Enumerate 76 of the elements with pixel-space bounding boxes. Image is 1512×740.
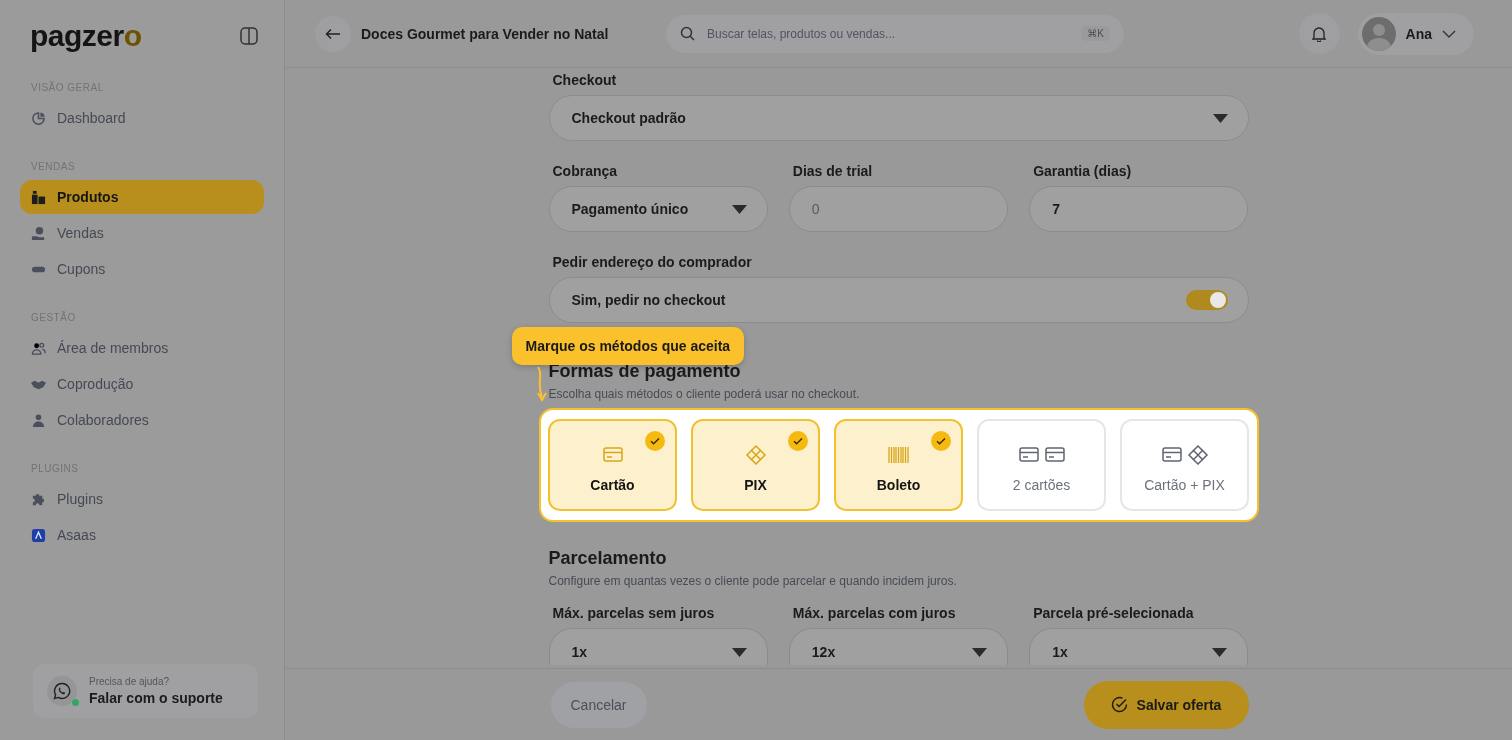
sidebar-item[interactable]: Área de membros bbox=[20, 331, 264, 365]
page-title: Doces Gourmet para Vender no Natal bbox=[361, 25, 610, 42]
caret-icon bbox=[972, 647, 988, 657]
save-button[interactable]: Salvar oferta bbox=[1083, 680, 1249, 729]
logo: pagzero bbox=[30, 19, 142, 53]
tooltip: Marque os métodos que aceita bbox=[511, 327, 745, 365]
search-input[interactable]: Buscar telas, produtos ou vendas... bbox=[705, 25, 1072, 42]
sidebar-item[interactable]: Colaboradores bbox=[20, 403, 264, 437]
field-label: Cobrança bbox=[551, 162, 618, 181]
bell-icon bbox=[1312, 25, 1327, 42]
shortcut-badge: ⌘K bbox=[1081, 26, 1110, 41]
field-label: Checkout bbox=[551, 71, 617, 90]
notifications-button[interactable] bbox=[1298, 13, 1340, 54]
caret-icon bbox=[731, 204, 747, 214]
search-field[interactable]: Buscar telas, produtos ou vendas... ⌘K bbox=[666, 14, 1124, 53]
credit-card-icon bbox=[601, 445, 624, 465]
search-icon bbox=[680, 26, 695, 41]
section-title: Parcelamento bbox=[548, 547, 667, 570]
app-icon bbox=[31, 527, 46, 543]
check-icon bbox=[645, 431, 665, 451]
avatar-icon bbox=[1361, 16, 1396, 51]
sidebar-item[interactable]: Coprodução bbox=[20, 367, 264, 401]
select-field[interactable]: 12x bbox=[788, 628, 1009, 665]
payment-method-card[interactable]: Cartão + PIX bbox=[1120, 419, 1249, 511]
select-field[interactable]: 1x bbox=[1029, 628, 1249, 665]
input-field[interactable]: 7 bbox=[1029, 186, 1249, 232]
input-field[interactable]: 0 bbox=[788, 186, 1009, 232]
chevron-down-icon bbox=[1442, 29, 1456, 38]
user-icon bbox=[31, 412, 46, 428]
sidebar-item[interactable]: Vendas bbox=[20, 216, 264, 250]
cancel-button[interactable]: Cancelar bbox=[550, 681, 647, 728]
users-icon bbox=[31, 340, 46, 356]
sidebar-item[interactable]: Produtos bbox=[20, 180, 264, 214]
payment-method-card[interactable]: Cartão bbox=[548, 419, 677, 511]
boxes-icon bbox=[31, 189, 46, 205]
two-cards-icon bbox=[1017, 445, 1066, 465]
hand-coin-icon bbox=[31, 225, 46, 241]
barcode-icon bbox=[886, 445, 911, 465]
support-link[interactable]: Falar com o suporte bbox=[89, 690, 223, 706]
field-label: Pedir endereço do comprador bbox=[551, 253, 752, 272]
puzzle-icon bbox=[31, 491, 46, 507]
chart-icon bbox=[31, 110, 46, 126]
support-caption: Precisa de ajuda? bbox=[89, 676, 170, 687]
sidebar-item[interactable]: Dashboard bbox=[20, 101, 264, 135]
user-menu[interactable]: Ana bbox=[1357, 12, 1474, 55]
check-circle-icon bbox=[1110, 696, 1128, 713]
select-field[interactable]: Pagamento único bbox=[548, 186, 768, 232]
sidebar-item[interactable]: Cupons bbox=[20, 252, 264, 286]
section-description: Escolha quais métodos o cliente poderá usar no checkout. bbox=[548, 386, 860, 402]
field-label: Dias de trial bbox=[791, 162, 873, 181]
address-toggle-field[interactable]: Sim, pedir no checkout bbox=[548, 277, 1249, 323]
payment-method-card[interactable]: 2 cartões bbox=[977, 419, 1106, 511]
back-button[interactable] bbox=[315, 15, 351, 52]
card-and-diamond-icon bbox=[1160, 445, 1209, 465]
caret-icon bbox=[1212, 113, 1228, 123]
diamond-icon bbox=[744, 445, 767, 465]
payment-method-card[interactable]: Boleto bbox=[834, 419, 963, 511]
check-icon bbox=[788, 431, 808, 451]
payment-method-card[interactable]: PIX bbox=[691, 419, 820, 511]
section-description: Configure em quantas vezes o cliente pode parcelar e quando incidem juros. bbox=[548, 573, 957, 589]
sidebar-toggle-icon[interactable] bbox=[240, 27, 258, 45]
caret-icon bbox=[731, 647, 747, 657]
field-label: Máx. parcelas com juros bbox=[791, 604, 956, 623]
field-label: Parcela pré-selecionada bbox=[1032, 604, 1194, 623]
back-arrow-icon bbox=[325, 27, 341, 40]
support-card[interactable]: Precisa de ajuda? Falar com o suporte bbox=[33, 664, 258, 718]
sidebar-item[interactable]: Asaas bbox=[20, 518, 264, 552]
toggle-switch[interactable] bbox=[1185, 290, 1228, 310]
field-label: Garantia (dias) bbox=[1032, 162, 1132, 181]
check-icon bbox=[931, 431, 951, 451]
caret-icon bbox=[1212, 647, 1228, 657]
chat-phone-icon bbox=[53, 682, 71, 700]
select-field[interactable]: 1x bbox=[548, 628, 768, 665]
sidebar-item[interactable]: Plugins bbox=[20, 482, 264, 516]
checkout-select[interactable]: Checkout padrão bbox=[548, 95, 1249, 141]
field-label: Máx. parcelas sem juros bbox=[551, 604, 715, 623]
